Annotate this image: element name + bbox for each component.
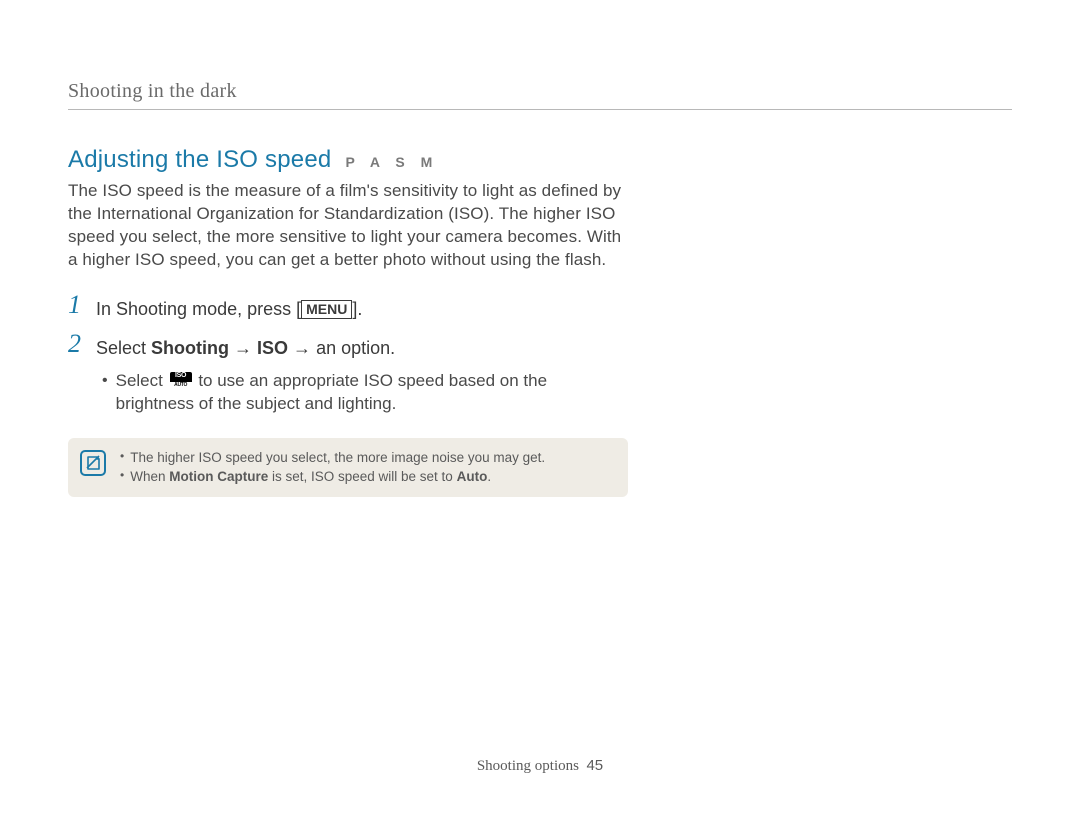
step-1: 1 In Shooting mode, press [MENU]. bbox=[68, 292, 628, 323]
page-heading: Adjusting the ISO speed bbox=[68, 146, 331, 174]
bullet-text: Select to use an appropriate ISO speed b… bbox=[116, 370, 628, 416]
text-fragment: . bbox=[487, 469, 491, 484]
step-text: In Shooting mode, press [MENU]. bbox=[96, 292, 362, 323]
section-header: Shooting in the dark bbox=[68, 80, 1012, 110]
text-fragment: In Shooting mode, press [ bbox=[96, 299, 301, 319]
steps-list: 1 In Shooting mode, press [MENU]. 2 Sele… bbox=[68, 292, 628, 416]
note-item: The higher ISO speed you select, the mor… bbox=[120, 448, 545, 468]
note-box: The higher ISO speed you select, the mor… bbox=[68, 438, 628, 497]
content-column: Adjusting the ISO speed P A S M The ISO … bbox=[68, 146, 628, 497]
text-bold: Motion Capture bbox=[169, 469, 268, 484]
page-number: 45 bbox=[586, 757, 603, 774]
page-footer: Shooting options 45 bbox=[0, 757, 1080, 775]
heading-row: Adjusting the ISO speed P A S M bbox=[68, 146, 628, 174]
note-text: The higher ISO speed you select, the mor… bbox=[130, 448, 545, 468]
menu-path-item: ISO bbox=[257, 338, 288, 358]
sub-bullet: • Select to use an appropriate ISO speed… bbox=[102, 370, 628, 416]
footer-section-label: Shooting options bbox=[477, 758, 579, 774]
manual-page: Shooting in the dark Adjusting the ISO s… bbox=[0, 0, 1080, 497]
text-fragment: Select bbox=[96, 338, 151, 358]
note-list: The higher ISO speed you select, the mor… bbox=[120, 448, 545, 487]
step-number: 2 bbox=[68, 331, 86, 357]
note-icon bbox=[80, 450, 106, 476]
text-bold: Auto bbox=[457, 469, 488, 484]
menu-button-label: MENU bbox=[301, 300, 352, 319]
arrow-separator: → bbox=[229, 338, 257, 358]
step-2: 2 Select Shooting → ISO → an option. bbox=[68, 331, 628, 362]
note-text: When Motion Capture is set, ISO speed wi… bbox=[130, 467, 491, 487]
mode-indicators: P A S M bbox=[345, 154, 438, 170]
text-fragment: Select bbox=[116, 371, 168, 390]
note-item: When Motion Capture is set, ISO speed wi… bbox=[120, 467, 545, 487]
text-fragment: When bbox=[130, 469, 169, 484]
iso-auto-icon bbox=[170, 372, 192, 388]
text-fragment: is set, ISO speed will be set to bbox=[268, 469, 456, 484]
step-text: Select Shooting → ISO → an option. bbox=[96, 331, 395, 362]
text-fragment: an option. bbox=[316, 338, 395, 358]
bullet-dot: • bbox=[102, 370, 108, 416]
intro-paragraph: The ISO speed is the measure of a film's… bbox=[68, 180, 628, 272]
step-number: 1 bbox=[68, 292, 86, 318]
text-fragment: ]. bbox=[352, 299, 362, 319]
arrow-separator: → bbox=[288, 338, 316, 358]
menu-path-item: Shooting bbox=[151, 338, 229, 358]
